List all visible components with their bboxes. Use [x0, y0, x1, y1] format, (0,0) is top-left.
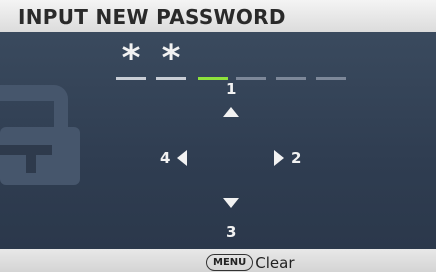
up-arrow-icon[interactable] [223, 107, 239, 117]
direction-down-number: 3 [226, 223, 237, 241]
password-slot-4 [236, 40, 266, 80]
password-slot-3 [198, 40, 228, 80]
password-slot-5 [276, 40, 306, 80]
down-arrow-icon[interactable] [223, 198, 239, 208]
right-arrow-icon[interactable] [274, 150, 284, 166]
menu-key-icon: MENU [206, 254, 254, 271]
direction-left-number: 4 [160, 149, 171, 167]
password-slot-2: * [156, 40, 186, 80]
clear-hint[interactable]: MENU Clear [206, 252, 295, 272]
direction-up-number: 1 [226, 80, 237, 98]
password-panel: * * 1 4 2 3 [0, 32, 436, 249]
password-mask-char: * [161, 38, 181, 79]
title-bar: INPUT NEW PASSWORD [0, 0, 436, 32]
page-title: INPUT NEW PASSWORD [18, 5, 286, 29]
left-arrow-icon[interactable] [177, 150, 187, 166]
clear-label: Clear [255, 253, 295, 272]
lock-icon [0, 85, 80, 185]
direction-right-number: 2 [291, 149, 302, 167]
password-slot-1: * [116, 40, 146, 80]
password-slot-6 [316, 40, 346, 80]
password-mask-char: * [121, 38, 141, 79]
footer-bar: MENU Clear [0, 249, 436, 272]
